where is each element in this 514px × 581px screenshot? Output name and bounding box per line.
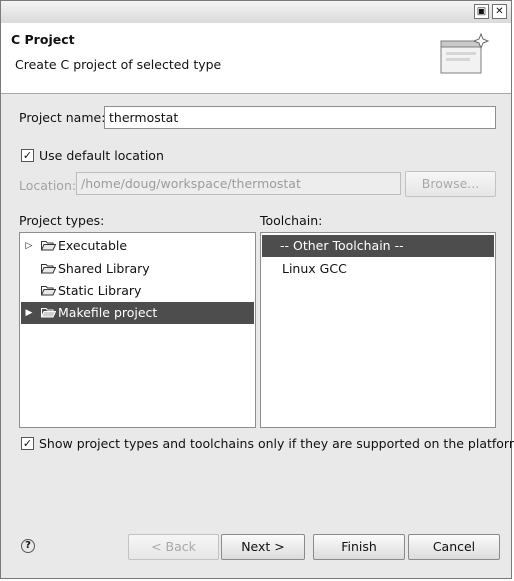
project-types-tree[interactable]: ▷ Executable Shared Library Static Libra…	[19, 232, 256, 428]
close-icon[interactable]: ✕	[492, 4, 507, 19]
list-item-other-toolchain[interactable]: -- Other Toolchain --	[262, 235, 494, 257]
toolchain-list[interactable]: -- Other Toolchain -- Linux GCC	[260, 232, 496, 428]
new-project-wizard-icon	[440, 32, 490, 74]
folder-icon	[41, 286, 56, 296]
tree-item-label: Makefile project	[58, 305, 158, 320]
list-item-label: Linux GCC	[282, 261, 347, 276]
triangle-right-icon[interactable]: ▷	[24, 235, 34, 257]
wizard-header: C Project Create C project of selected t…	[1, 23, 511, 94]
wizard-body: Project name: ✓ Use default location Loc…	[1, 94, 514, 578]
cancel-button[interactable]: Cancel	[408, 534, 500, 560]
tree-item-shared-library[interactable]: Shared Library	[21, 258, 254, 280]
browse-button[interactable]: Browse...	[405, 171, 496, 197]
triangle-right-icon[interactable]: ▶	[24, 302, 34, 324]
project-name-input[interactable]	[104, 106, 496, 129]
project-types-label: Project types:	[19, 213, 105, 228]
project-name-label: Project name:	[19, 110, 106, 125]
wizard-title: C Project	[11, 32, 75, 47]
tree-item-label: Static Library	[58, 283, 142, 298]
supported-only-checkbox[interactable]: ✓	[21, 437, 34, 450]
folder-icon	[41, 241, 56, 251]
tree-item-executable[interactable]: ▷ Executable	[21, 235, 254, 257]
help-icon[interactable]: ?	[21, 539, 35, 553]
use-default-location-label: Use default location	[39, 148, 164, 163]
folder-icon	[41, 308, 56, 318]
list-item-label: -- Other Toolchain --	[280, 238, 404, 253]
toolchain-label: Toolchain:	[260, 213, 323, 228]
location-input[interactable]	[76, 172, 401, 195]
tree-item-static-library[interactable]: Static Library	[21, 280, 254, 302]
finish-button[interactable]: Finish	[313, 534, 405, 560]
next-button[interactable]: Next >	[221, 534, 305, 560]
back-button[interactable]: < Back	[128, 534, 219, 560]
tree-item-makefile-project[interactable]: ▶ Makefile project	[21, 302, 254, 324]
folder-icon	[41, 264, 56, 274]
list-item-linux-gcc[interactable]: Linux GCC	[262, 258, 494, 280]
wizard-subtitle: Create C project of selected type	[15, 57, 222, 72]
dialog-window: ▣ ✕ C Project Create C project of select…	[0, 0, 514, 579]
title-bar: ▣ ✕	[1, 1, 511, 24]
window-menu-icon[interactable]: ▣	[474, 4, 489, 19]
tree-item-label: Shared Library	[58, 261, 150, 276]
supported-only-label: Show project types and toolchains only i…	[39, 436, 514, 451]
use-default-location-checkbox[interactable]: ✓	[21, 149, 34, 162]
tree-item-label: Executable	[58, 238, 128, 253]
location-label: Location:	[19, 178, 77, 193]
